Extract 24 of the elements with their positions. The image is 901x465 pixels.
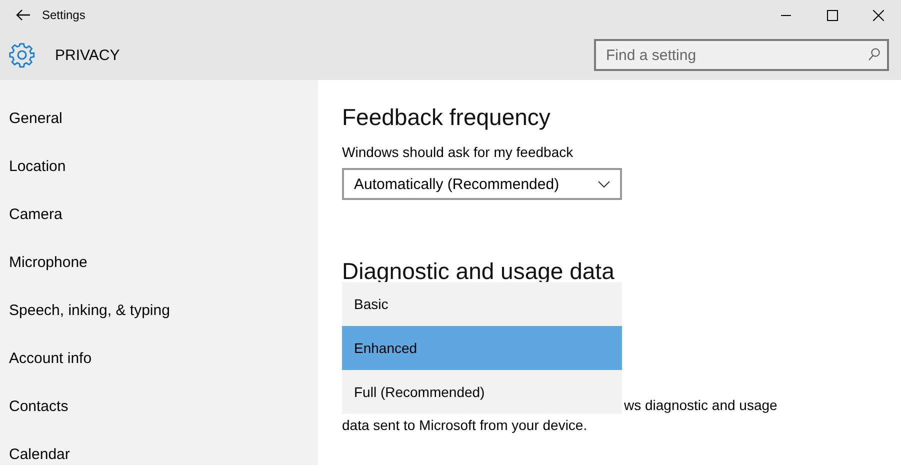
menu-option[interactable]: Enhanced [342, 326, 622, 370]
sidebar-item[interactable]: Speech, inking, & typing [0, 286, 318, 334]
description-text: data sent to Microsoft from your device. [342, 416, 588, 435]
window-title: Settings [42, 8, 86, 22]
description-text: ws diagnostic and usage [624, 396, 778, 415]
sidebar-item[interactable]: Calendar [0, 430, 318, 465]
sidebar-item[interactable]: Camera [0, 190, 318, 238]
sidebar-item[interactable]: Account info [0, 334, 318, 382]
maximize-icon [826, 10, 838, 20]
frequency-dropdown[interactable]: Automatically (Recommended) [342, 168, 622, 200]
search-icon [868, 48, 880, 61]
chevron-icon [598, 180, 610, 188]
minimize-icon [781, 14, 791, 16]
gear-icon [9, 42, 35, 68]
sidebar-item[interactable]: Microphone [0, 238, 318, 286]
field-label: Windows should ask for my feedback [342, 144, 574, 160]
sidebar-item[interactable]: Contacts [0, 382, 318, 430]
section-heading: Feedback frequency [342, 103, 552, 132]
search-field[interactable]: Find a setting [594, 39, 889, 71]
sidebar-item[interactable]: Location [0, 142, 318, 190]
back-arrow-icon [16, 9, 30, 21]
sidebar-item[interactable]: General [0, 94, 318, 142]
close-icon [872, 10, 884, 20]
page-title: PRIVACY [55, 46, 121, 64]
